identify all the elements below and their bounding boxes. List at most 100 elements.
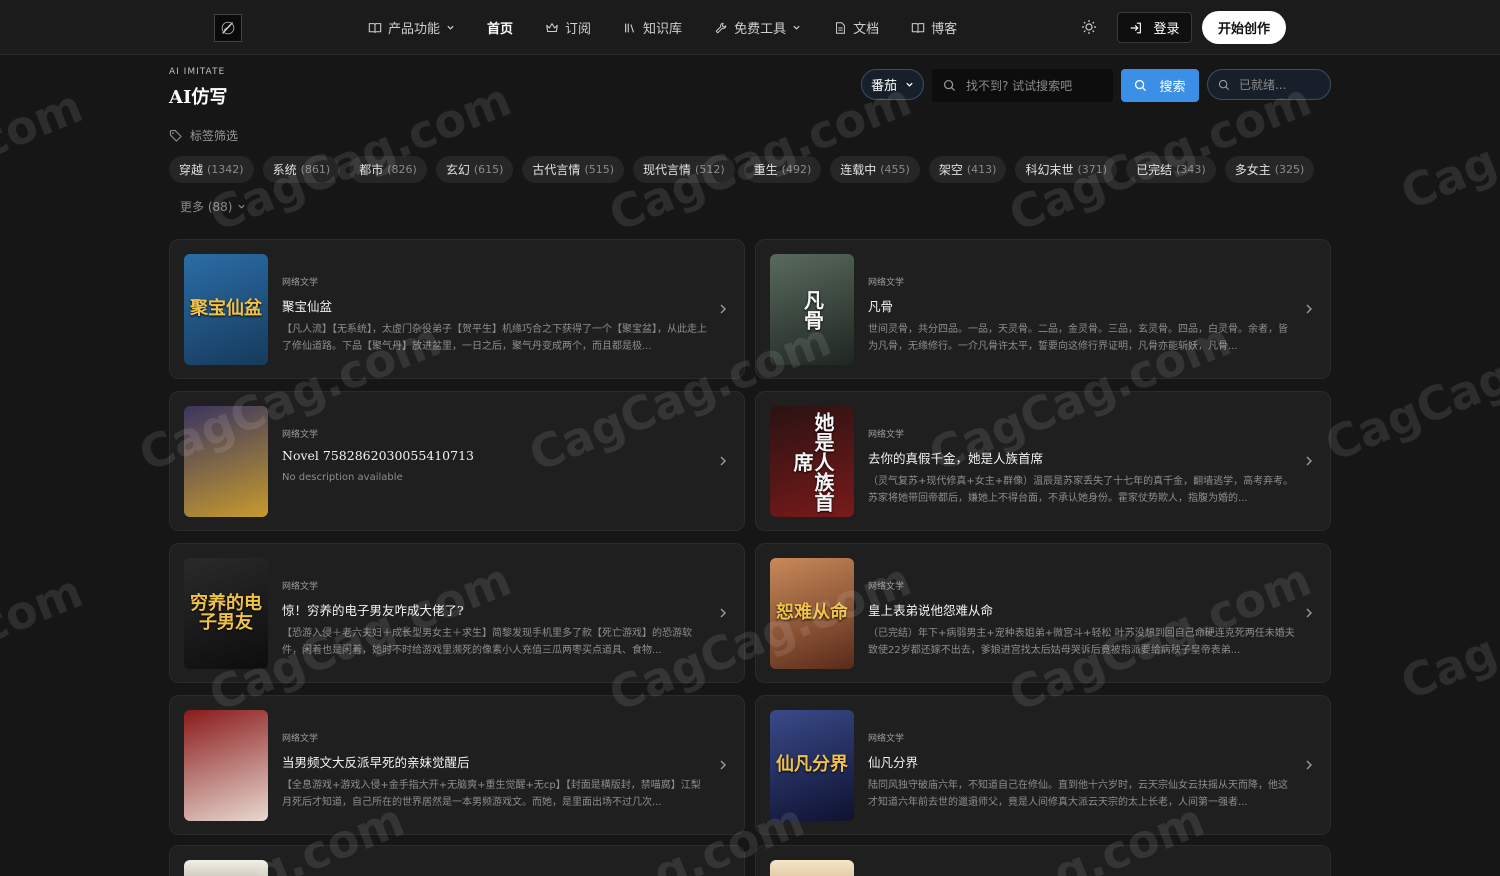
search-input[interactable] bbox=[966, 78, 1106, 93]
book-title: 聚宝仙盆 bbox=[282, 299, 333, 314]
nav-item-free-tools[interactable]: 免费工具 bbox=[714, 18, 801, 37]
book-description: （灵气复苏+现代修真+女主+群像）温辰是苏家丢失了十七年的真千金，翻墙逃学，高考… bbox=[868, 476, 1294, 504]
book-cover-title: 恕难从命 bbox=[776, 602, 848, 624]
login-label: 登录 bbox=[1153, 22, 1180, 37]
tag-name: 玄幻 bbox=[445, 163, 470, 177]
book-description: 【凡人流】【无系统】，太虚门杂役弟子【贺平生】机缘巧合之下获得了一个【聚宝盆】，… bbox=[282, 324, 707, 352]
tag-chip[interactable]: 科幻末世 (371) bbox=[1015, 156, 1118, 183]
sun-icon[interactable] bbox=[1080, 18, 1098, 36]
nav-label: 首页 bbox=[487, 22, 514, 37]
book-cover-title: 凡骨 bbox=[800, 289, 825, 330]
nav-item-knowledge-base[interactable]: 知识库 bbox=[623, 18, 682, 37]
book-card[interactable] bbox=[755, 845, 1331, 876]
book-card[interactable]: 穷养的电子男友 网络文学 惊！穷养的电子男友咋成大佬了? 【恐游入侵＋老六夫妇＋成长型… bbox=[169, 543, 745, 683]
crown-icon bbox=[546, 22, 558, 32]
book-info: 网络文学 凡骨 世间灵骨，共分四品。一品，天灵骨。二品，金灵骨。三品，玄灵骨。四品，… bbox=[868, 275, 1296, 355]
nav-item-blog[interactable]: 博客 bbox=[911, 18, 957, 37]
tag-chip[interactable]: 都市 (826) bbox=[349, 156, 427, 183]
book-cover: 仙凡分界 bbox=[770, 710, 854, 821]
source-select[interactable]: 番茄 bbox=[861, 69, 924, 100]
book-title: 去你的真假千金，她是人族首席 bbox=[868, 451, 1044, 466]
wrench-icon bbox=[715, 22, 727, 33]
tag-count: (492) bbox=[781, 163, 812, 176]
tag-count: (861) bbox=[300, 163, 331, 176]
chevron-right-icon bbox=[720, 608, 726, 618]
tag-count: (325) bbox=[1274, 163, 1305, 176]
book-card[interactable] bbox=[169, 845, 745, 876]
book-description: 世间灵骨，共分四品。一品，天灵骨。二品，金灵骨。三品，玄灵骨。四品，白灵骨。余者… bbox=[868, 324, 1288, 352]
tag-name: 已完结 bbox=[1136, 163, 1173, 177]
book-category: 网络文学 bbox=[282, 734, 319, 744]
tag-chip[interactable]: 重生 (492) bbox=[743, 156, 822, 183]
watermark: Cag bbox=[1393, 133, 1500, 221]
more-tags-button[interactable]: 更多 (88) bbox=[180, 198, 246, 215]
book-title: 当男频文大反派早死的亲妹觉醒后 bbox=[282, 755, 470, 770]
book-description: 陆同风独守破庙六年，不知道自己在修仙。直到他十六岁时，云天宗仙女云扶摇从天而降，… bbox=[868, 780, 1288, 808]
tag-chip[interactable]: 现代言情 (512) bbox=[633, 156, 735, 183]
chevron-right-icon bbox=[720, 304, 726, 314]
tag-chip[interactable]: 玄幻 (615) bbox=[435, 156, 514, 183]
tag-chip[interactable]: 多女主 (325) bbox=[1224, 156, 1315, 183]
book-title: 仙凡分界 bbox=[868, 755, 919, 770]
book-info: 网络文学 仙凡分界 陆同风独守破庙六年，不知道自己在修仙。直到他十六岁时，云天宗仙女… bbox=[868, 731, 1296, 811]
book-cover bbox=[184, 406, 268, 517]
tag-count: (343) bbox=[1176, 163, 1206, 176]
book-cover: 恕难从命 bbox=[770, 558, 854, 669]
chevron-right-icon bbox=[1306, 608, 1312, 618]
tag-chip[interactable]: 系统 (861) bbox=[262, 156, 341, 183]
tag-chip[interactable]: 古代言情 (515) bbox=[522, 156, 625, 183]
book-card[interactable]: 聚宝仙盆 网络文学 聚宝仙盆 【凡人流】【无系统】，太虚门杂役弟子【贺平生】机缘巧合之… bbox=[169, 239, 745, 379]
book-card[interactable]: 她是人族首席 网络文学去你的真假千金，她是人族首席 （灵气复苏+现代修真+女主+群像… bbox=[755, 391, 1331, 531]
chevron-right-icon bbox=[720, 456, 726, 466]
nav-item-product-features[interactable]: 产品功能 bbox=[368, 18, 455, 37]
book-card[interactable]: 恕难从命 网络文学 皇上表弟说他怨难从命 （已完结）年下+病弱男主+宠种表姐弟+微宫斗… bbox=[755, 543, 1331, 683]
nav-item-subscription[interactable]: 订阅 bbox=[545, 18, 591, 37]
tag-name: 架空 bbox=[938, 163, 963, 177]
chevron-right-icon bbox=[1306, 760, 1312, 770]
tag-chip[interactable]: 穿越 (1342) bbox=[169, 156, 254, 183]
book-cover: 她是人族首席 bbox=[770, 406, 854, 517]
book-card[interactable]: 网络文学 Novel 7582862030055410713 No descript… bbox=[169, 391, 745, 531]
book-cover-title: 仙凡分界 bbox=[776, 754, 848, 776]
status-field[interactable]: 已就绪... bbox=[1207, 69, 1331, 100]
logo[interactable] bbox=[214, 14, 242, 42]
tag-name: 连载中 bbox=[840, 163, 877, 177]
book-card[interactable]: 网络文学 当男频文大反派早死的亲妹觉醒后 【全息游戏+游戏入侵+金手指大开+无脑爽+… bbox=[169, 695, 745, 835]
tag-chip[interactable]: 连载中 (455) bbox=[830, 156, 920, 183]
book-description: No description available bbox=[282, 472, 403, 483]
start-creating-button[interactable]: 开始创作 bbox=[1202, 11, 1286, 44]
book-category: 网络文学 bbox=[868, 430, 905, 440]
nav-label: 博客 bbox=[931, 22, 958, 37]
book-cover: 凡骨 bbox=[770, 254, 854, 365]
nav-label: 订阅 bbox=[565, 22, 592, 37]
tag-chip[interactable]: 已完结 (343) bbox=[1126, 156, 1216, 183]
book-cover-title: 聚宝仙盆 bbox=[190, 298, 262, 320]
watermark: .com bbox=[0, 563, 90, 661]
nav-item-home[interactable]: 首页 bbox=[487, 18, 513, 37]
login-button[interactable]: 登录 bbox=[1117, 12, 1192, 43]
search-button[interactable]: 搜索 bbox=[1121, 69, 1199, 102]
book-cover bbox=[184, 710, 268, 821]
tag-chip[interactable]: 架空 (413) bbox=[928, 156, 1007, 183]
source-select-value: 番茄 bbox=[870, 79, 897, 94]
book-cover bbox=[184, 860, 268, 876]
search-icon bbox=[943, 79, 956, 92]
page-title: AI仿写 bbox=[169, 87, 228, 108]
book-title: 凡骨 bbox=[868, 299, 894, 314]
tag-count: (455) bbox=[880, 163, 910, 176]
book-card[interactable]: 凡骨 网络文学 凡骨 世间灵骨，共分四品。一品，天灵骨。二品，金灵骨。三品，玄灵骨。四… bbox=[755, 239, 1331, 379]
book-info: 网络文学 皇上表弟说他怨难从命 （已完结）年下+病弱男主+宠种表姐弟+微宫斗+轻松 … bbox=[868, 579, 1296, 659]
chevron-down-icon bbox=[238, 204, 246, 209]
book-cover: 穷养的电子男友 bbox=[184, 558, 268, 669]
book-grid: 聚宝仙盆 网络文学 聚宝仙盆 【凡人流】【无系统】，太虚门杂役弟子【贺平生】机缘巧合之… bbox=[169, 239, 1331, 835]
filter-label-text: 标签筛选 bbox=[190, 129, 239, 143]
book-card[interactable]: 仙凡分界 网络文学 仙凡分界 陆同风独守破庙六年，不知道自己在修仙。直到他十六岁时，云… bbox=[755, 695, 1331, 835]
tag-filter-label: 标签筛选 bbox=[169, 127, 238, 144]
status-placeholder: 已就绪... bbox=[1239, 78, 1287, 92]
nav-item-docs[interactable]: 文档 bbox=[833, 18, 879, 37]
search-icon bbox=[1218, 79, 1230, 90]
book-cover-title: 她是人族首席 bbox=[790, 411, 835, 512]
book-category: 网络文学 bbox=[282, 582, 319, 592]
book-cover: 聚宝仙盆 bbox=[184, 254, 268, 365]
tag-count: (826) bbox=[387, 163, 417, 176]
